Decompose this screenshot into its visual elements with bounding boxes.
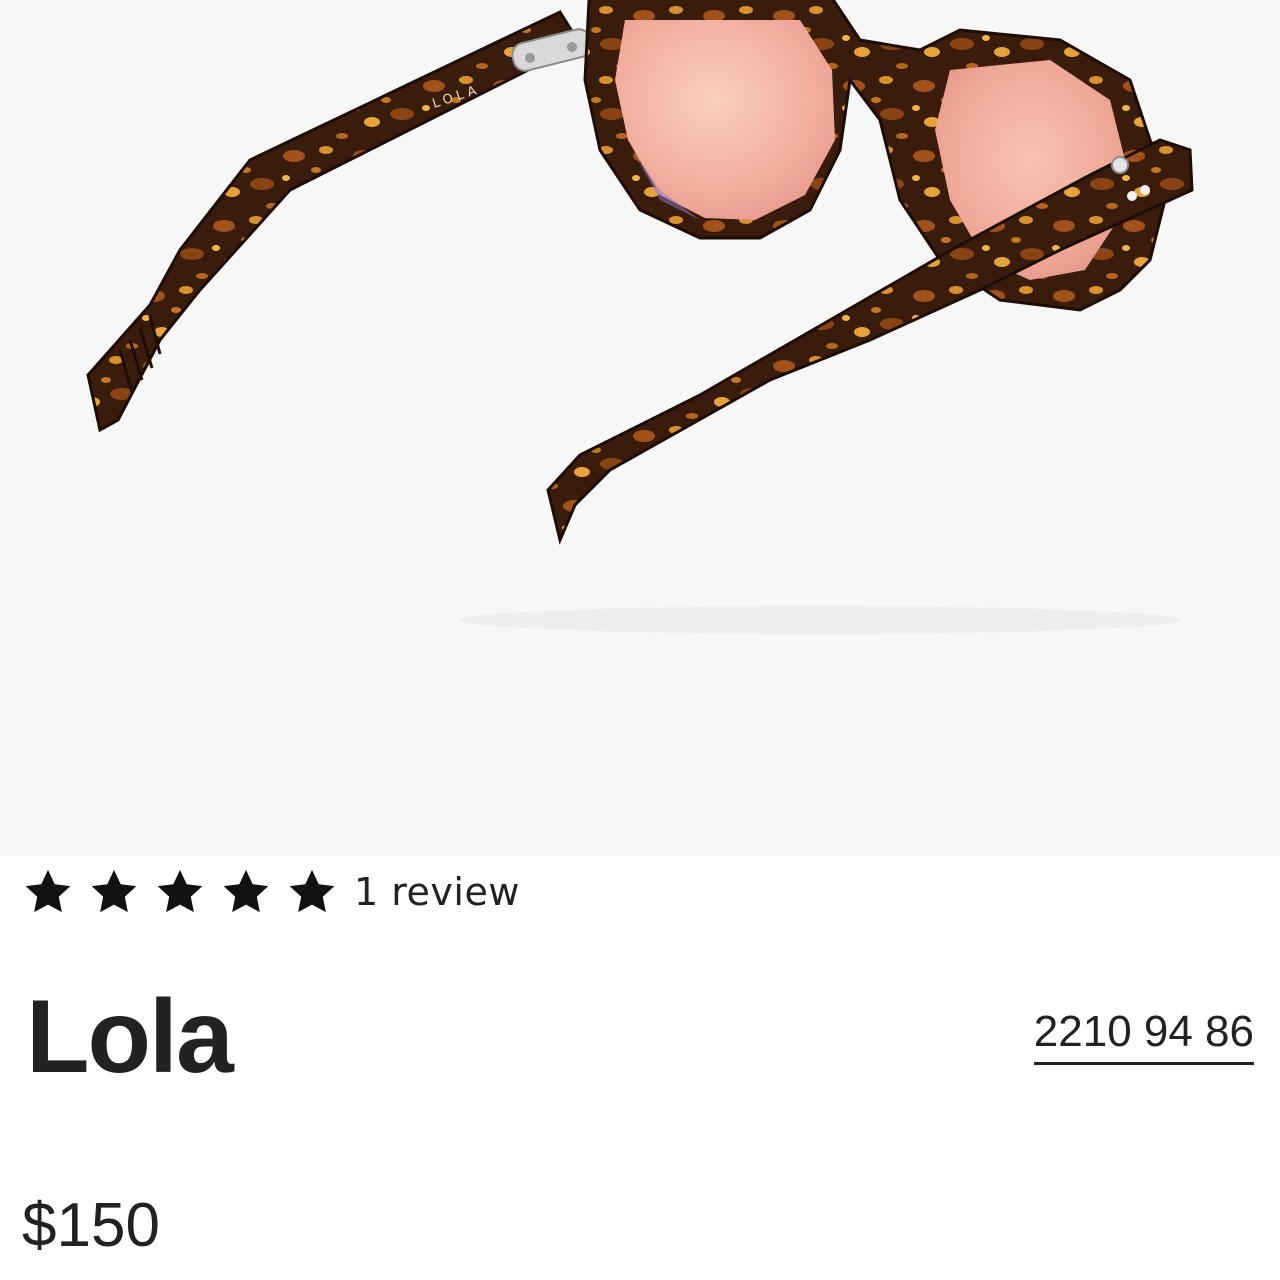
product-image[interactable]: LOLA (0, 0, 1280, 856)
filled-star-icon (157, 869, 203, 913)
product-price: $150 (22, 1191, 160, 1260)
review-count-link[interactable]: 1 review (354, 870, 520, 914)
sunglasses-illustration: LOLA (86, 0, 1194, 634)
product-page: LOLA 1 review Lola 2210 94 86 $150 (0, 0, 1280, 1280)
filled-star-icon (223, 869, 269, 913)
rating-stars (22, 866, 338, 918)
filled-star-icon (91, 869, 137, 913)
filled-star-icon (25, 869, 71, 913)
product-rating[interactable]: 1 review (22, 864, 520, 920)
filled-star-icon (289, 869, 335, 913)
sku-link[interactable]: 2210 94 86 (1033, 1007, 1254, 1066)
product-title: Lola (26, 979, 234, 1095)
